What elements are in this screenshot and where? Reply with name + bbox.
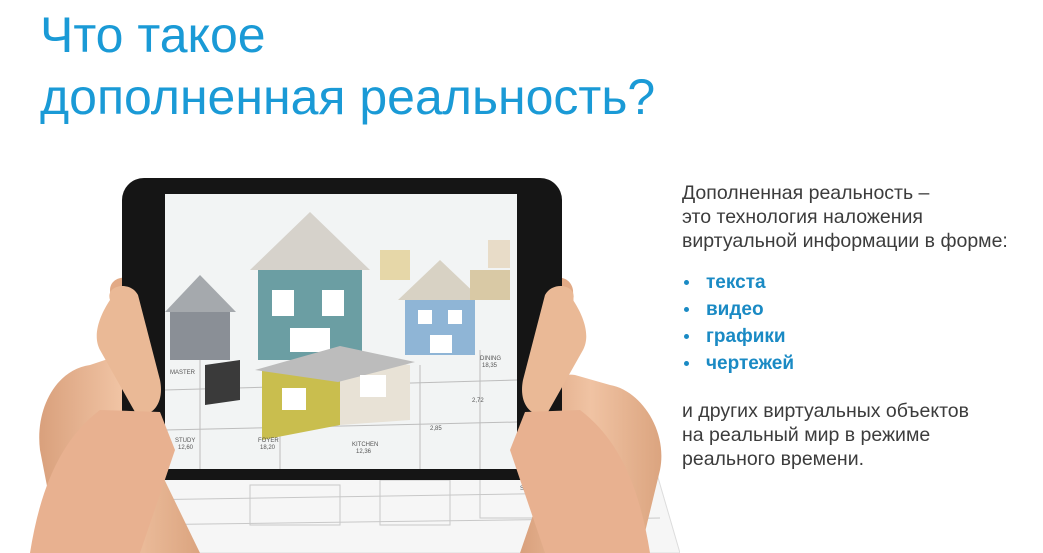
bullet-dot-icon — [684, 307, 689, 312]
outro-line-2: на реальный мир в режиме — [682, 424, 931, 446]
plan-label-dining: DINING — [480, 356, 501, 362]
title-line-2: дополненная реальность? — [40, 69, 656, 125]
intro-line-3: виртуальной информации в форме: — [682, 230, 1008, 252]
plan-label-dining-area: 18,35 — [482, 363, 498, 369]
bullet-item: видео — [682, 296, 1042, 323]
intro-line-1: Дополненная реальность – — [682, 182, 930, 204]
bullet-label: видео — [706, 299, 764, 320]
bullet-item: графики — [682, 323, 1042, 350]
title-line-1: Что такое — [40, 7, 266, 63]
plan-label-kitchen-area: 12,36 — [356, 449, 372, 455]
plan-label-kitchen: KITCHEN — [352, 442, 378, 448]
bullet-dot-icon — [684, 334, 689, 339]
bullet-item: текста — [682, 269, 1042, 296]
outro-line-3: реального времени. — [682, 448, 865, 470]
outro-text: и других виртуальных объектов на реальны… — [682, 399, 1042, 471]
plan-label-foyer: FOYER — [258, 438, 279, 444]
bullet-item: чертежей — [682, 350, 1042, 377]
plan-label-foyer-area: 18,20 — [260, 445, 276, 451]
plan-label-dim-1: 2,72 — [472, 398, 484, 404]
plan-label-dim-2: 2,85 — [430, 426, 442, 432]
intro-line-2: это технология наложения — [682, 206, 923, 228]
bullet-dot-icon — [684, 361, 689, 366]
bullet-dot-icon — [684, 280, 689, 285]
plan-label-study-area: 12,60 — [178, 445, 194, 451]
plan-label-study: STUDY — [175, 438, 195, 444]
plan-label-master: MASTER — [170, 370, 196, 376]
outro-line-1: и других виртуальных объектов — [682, 400, 969, 422]
forms-list: текста видео графики чертежей — [682, 269, 1042, 377]
bullet-label: чертежей — [706, 353, 795, 374]
bullet-label: графики — [706, 326, 786, 347]
tablet-ar-illustration: MASTER STUDY 12,60 FOYER 18,20 KITCHEN 1… — [30, 178, 680, 553]
page-title: Что такое дополненная реальность? — [40, 4, 655, 128]
bullet-label: текста — [706, 272, 766, 293]
ar-definition: Дополненная реальность – это технология … — [682, 181, 1042, 471]
